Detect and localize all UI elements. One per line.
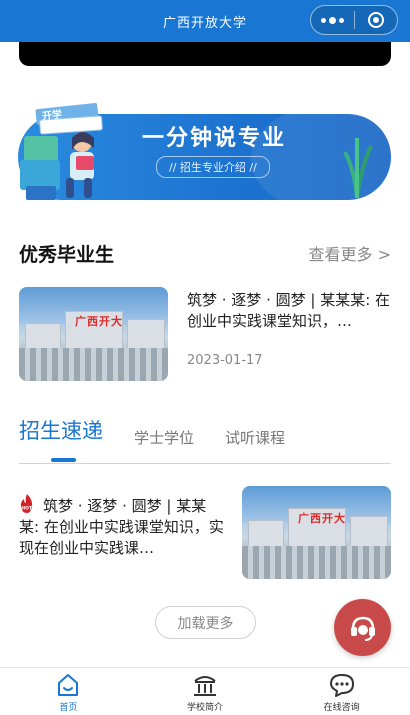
nav-online-consult[interactable]: 在线咨询: [273, 668, 410, 715]
nav-online-consult-label: 在线咨询: [323, 703, 360, 713]
chat-icon: [329, 674, 354, 697]
school-icon: [194, 676, 216, 696]
campus-sign: 广西开大: [75, 315, 123, 328]
tab-bachelor-degree[interactable]: 学士学位: [134, 427, 194, 448]
home-icon: [58, 674, 79, 696]
tab-admissions[interactable]: 招生速递: [19, 415, 103, 445]
banner-subtitle: // 招生专业介绍 //: [156, 156, 270, 178]
top-bar: 广西开放大学: [0, 0, 410, 42]
more-dots-icon[interactable]: [311, 6, 354, 34]
major-intro-banner[interactable]: 开学 一分钟说专业 // 招生专业介绍 //: [18, 98, 391, 206]
video-banner[interactable]: [19, 42, 391, 66]
load-more-button[interactable]: 加载更多: [155, 606, 256, 639]
banner-title: 一分钟说专业: [142, 126, 287, 151]
graduate-thumbnail[interactable]: 广西开大: [19, 287, 168, 381]
tab-trial-courses[interactable]: 试听课程: [225, 427, 285, 448]
news-thumbnail[interactable]: 广西开大: [242, 486, 391, 579]
active-tab-indicator: [51, 458, 76, 462]
campus-sign: 广西开大: [298, 512, 346, 525]
plant-decoration-icon: [343, 138, 373, 198]
news-title[interactable]: 筑梦 · 逐梦 · 圆梦 | 某某某: 在创业中实践课堂知识，实现在创业中实践课…: [19, 496, 226, 559]
bottom-nav: 首页 学校简介 在线咨询: [0, 667, 410, 715]
nav-school-intro-label: 学校简介: [187, 703, 224, 713]
news-tabs: 招生速递 学士学位 试听课程: [19, 418, 391, 464]
graduate-date: 2023-01-17: [187, 353, 263, 368]
customer-service-button[interactable]: [334, 599, 391, 656]
view-more-link[interactable]: 查看更多 >: [309, 241, 392, 265]
graduate-title[interactable]: 筑梦 · 逐梦 · 圆梦 | 某某某: 在创业中实践课堂知识，…: [187, 290, 392, 332]
nav-home-label: 首页: [59, 703, 78, 713]
nav-home[interactable]: 首页: [0, 668, 137, 715]
customer-service-icon: [350, 616, 375, 641]
nav-school-intro[interactable]: 学校简介: [137, 668, 274, 715]
target-icon[interactable]: [354, 6, 397, 34]
section-title-graduates: 优秀毕业生: [19, 244, 115, 266]
student-reading-illustration: 开学: [20, 103, 103, 200]
mini-program-capsule: [310, 5, 398, 35]
